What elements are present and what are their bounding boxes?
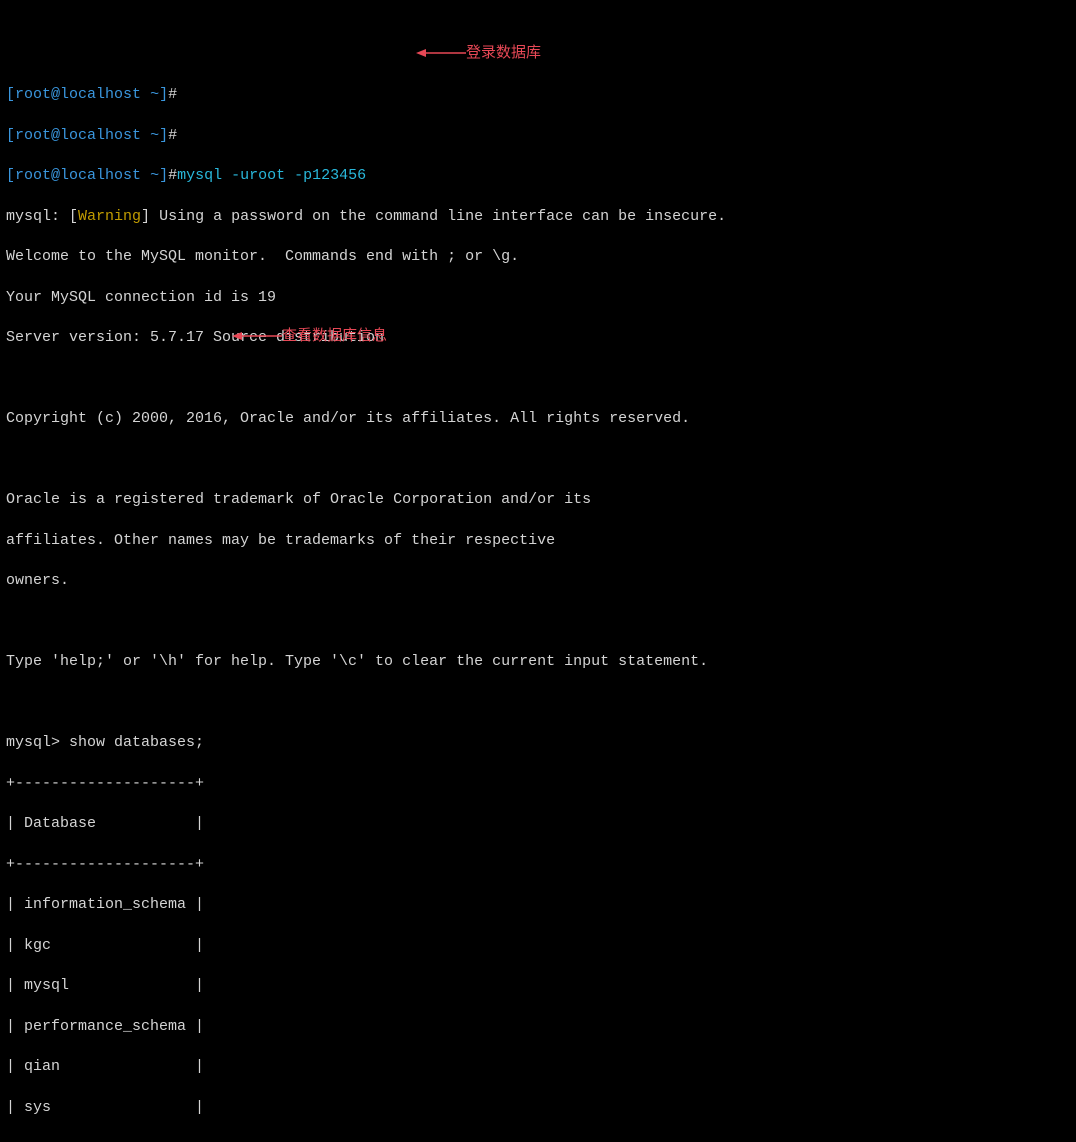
table-row: | mysql | (6, 976, 1070, 996)
prompt-line-2: [root@localhost ~]# (6, 126, 1070, 146)
warning-line: mysql: [Warning] Using a password on the… (6, 207, 1070, 227)
show-databases-line[interactable]: mysql> show databases; (6, 733, 1070, 753)
mysql-prompt: mysql> (6, 734, 69, 751)
table-row: | information_schema | (6, 895, 1070, 915)
warning-text: Using a password on the command line int… (150, 208, 726, 225)
blank-line (6, 693, 1070, 713)
copyright-line: Copyright (c) 2000, 2016, Oracle and/or … (6, 409, 1070, 429)
table-row: | qian | (6, 1057, 1070, 1077)
warning-label: Warning (78, 208, 141, 225)
annotation-login-text: 登录数据库 (466, 45, 541, 62)
blank-line (6, 369, 1070, 389)
blank-line (6, 450, 1070, 470)
table-row: | performance_schema | (6, 1017, 1070, 1037)
cwd: ~ (150, 127, 159, 144)
connection-id-line: Your MySQL connection id is 19 (6, 288, 1070, 308)
annotation-login: 登录数据库 (416, 44, 541, 64)
blank-line (6, 612, 1070, 632)
oracle-line-3: owners. (6, 571, 1070, 591)
show-databases-command: show databases; (69, 734, 204, 751)
user-host: root@localhost (15, 167, 141, 184)
cwd: ~ (150, 167, 159, 184)
arrow-left-icon (416, 47, 466, 59)
user-host: root@localhost (15, 127, 141, 144)
prompt-line-1: [root@localhost ~]# (6, 85, 1070, 105)
table-row: | kgc | (6, 936, 1070, 956)
table-border-bottom: +--------------------+ (6, 1138, 1070, 1142)
table-row: | sys | (6, 1098, 1070, 1118)
table-border-top: +--------------------+ (6, 774, 1070, 794)
user-host: root@localhost (15, 86, 141, 103)
server-version-line: Server version: 5.7.17 Source distributi… (6, 328, 1070, 348)
help-line: Type 'help;' or '\h' for help. Type '\c'… (6, 652, 1070, 672)
table-header: | Database | (6, 814, 1070, 834)
annotation-show-text: 查看数据库信息 (282, 328, 387, 345)
table-border-mid: +--------------------+ (6, 855, 1070, 875)
welcome-line: Welcome to the MySQL monitor. Commands e… (6, 247, 1070, 267)
oracle-line-1: Oracle is a registered trademark of Orac… (6, 490, 1070, 510)
mysql-login-command: mysql -uroot -p123456 (177, 167, 366, 184)
cwd: ~ (150, 86, 159, 103)
oracle-line-2: affiliates. Other names may be trademark… (6, 531, 1070, 551)
prompt-line-3[interactable]: [root@localhost ~]#mysql -uroot -p123456 (6, 166, 1070, 186)
annotation-show: 查看数据库信息 (232, 327, 387, 347)
arrow-left-icon (232, 330, 282, 342)
